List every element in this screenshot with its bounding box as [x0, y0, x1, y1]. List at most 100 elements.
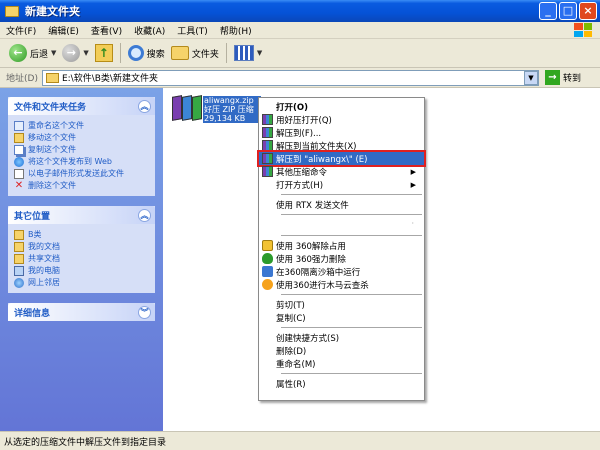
rename-icon: [14, 121, 24, 131]
delete-icon: ✕: [14, 180, 24, 191]
collapse-icon[interactable]: ︽: [138, 99, 151, 113]
task-email[interactable]: 以电子邮件形式发送此文件: [14, 168, 149, 179]
menu-360-force-delete[interactable]: 使用 360强力删除: [259, 252, 424, 265]
folders-label: 文件夹: [191, 49, 219, 60]
haozip-icon: [262, 140, 273, 151]
haozip-icon: [262, 153, 273, 164]
menu-send-rtx[interactable]: 使用 RTX 发送文件: [259, 198, 424, 211]
menu-edit[interactable]: 编辑(E): [42, 24, 85, 37]
menu-other-commands[interactable]: 其他压缩命令 ▶: [259, 165, 424, 178]
menu-empty-entry: ·: [259, 218, 424, 232]
task-label: 重命名这个文件: [28, 121, 84, 130]
menu-label: 属性(R): [276, 379, 306, 390]
menu-label: 创建快捷方式(S): [276, 333, 340, 344]
back-label: 后退: [30, 49, 49, 60]
task-delete[interactable]: ✕ 删除这个文件: [14, 180, 149, 191]
place-network[interactable]: 网上邻居: [14, 277, 149, 288]
back-arrow-icon: ←: [9, 44, 27, 62]
menu-360-unlock[interactable]: 使用 360解除占用: [259, 239, 424, 252]
task-rename[interactable]: 重命名这个文件: [14, 120, 149, 131]
menu-help[interactable]: 帮助(H): [214, 24, 258, 37]
menu-extract-to[interactable]: 解压到(F)...: [259, 126, 424, 139]
menu-view[interactable]: 查看(V): [85, 24, 128, 37]
back-button[interactable]: ← 后退 ▼: [6, 41, 59, 65]
up-folder-button[interactable]: ↑: [92, 41, 116, 65]
menu-open[interactable]: 打开(O): [259, 100, 424, 113]
search-label: 搜索: [146, 49, 165, 60]
menu-label: 打开(O): [276, 102, 308, 113]
toolbar-divider: [225, 43, 227, 63]
address-input[interactable]: E:\软件\B类\新建文件夹 ▼: [41, 69, 539, 86]
file-tasks-header[interactable]: 文件和文件夹任务 ︽: [8, 97, 155, 115]
panel-title: 文件和文件夹任务: [14, 102, 87, 113]
menu-open-with[interactable]: 打开方式(H) ▶: [259, 178, 424, 191]
status-bar: 从选定的压缩文件中解压文件到指定目录: [0, 431, 600, 450]
menu-360-trojan-scan[interactable]: 使用360进行木马云查杀: [259, 278, 424, 291]
task-label: 复制这个文件: [28, 145, 76, 154]
file-tasks-panel: 文件和文件夹任务 ︽ 重命名这个文件 移动这个文件 复制这个文件 将这个文件发布…: [8, 97, 155, 196]
folder-icon: [170, 46, 189, 60]
maximize-button[interactable]: □: [559, 2, 577, 20]
file-type: 好压 ZIP 压缩: [204, 105, 254, 114]
mail-icon: [14, 169, 24, 179]
task-publish-web[interactable]: 将这个文件发布到 Web: [14, 156, 149, 167]
place-my-documents[interactable]: 我的文档: [14, 241, 149, 252]
haozip-icon: [262, 127, 273, 138]
menu-tools[interactable]: 工具(T): [171, 24, 214, 37]
folder-icon: [45, 72, 59, 83]
menu-label: 打开方式(H): [276, 180, 324, 191]
status-text: 从选定的压缩文件中解压文件到指定目录: [4, 438, 167, 448]
menu-properties[interactable]: 属性(R): [259, 377, 424, 390]
chevron-down-icon[interactable]: ▼: [523, 70, 538, 85]
menu-360-sandbox[interactable]: 在360隔离沙箱中运行: [259, 265, 424, 278]
expand-icon[interactable]: ︾: [138, 305, 151, 319]
haozip-icon: [262, 166, 273, 177]
folders-button[interactable]: 文件夹: [168, 41, 222, 65]
menu-extract-here[interactable]: 解压到当前文件夹(X): [259, 139, 424, 152]
copy-icon: [14, 145, 24, 155]
place-my-computer[interactable]: 我的电脑: [14, 265, 149, 276]
dot-mark: ·: [411, 219, 414, 228]
folder-icon: [14, 254, 24, 264]
file-item-label[interactable]: aliwangx.zip 好压 ZIP 压缩 29,134 KB: [203, 96, 261, 123]
go-arrow-icon: →: [544, 70, 560, 85]
menu-divider: [281, 214, 422, 215]
forward-button[interactable]: → ▼: [59, 41, 91, 65]
menu-rename[interactable]: 重命名(M): [259, 357, 424, 370]
task-move[interactable]: 移动这个文件: [14, 132, 149, 143]
go-label: 转到: [562, 74, 581, 84]
move-icon: [14, 133, 24, 143]
close-button[interactable]: ×: [579, 2, 597, 20]
menu-delete[interactable]: 删除(D): [259, 344, 424, 357]
views-button[interactable]: ▼: [231, 41, 265, 65]
place-label: 共享文档: [28, 254, 60, 263]
menu-create-shortcut[interactable]: 创建快捷方式(S): [259, 331, 424, 344]
menu-extract-named[interactable]: 解压到 "aliwangx\" (E): [257, 150, 426, 167]
rar-archive-icon[interactable]: [170, 94, 202, 122]
menu-open-haozip[interactable]: 用好压打开(Q): [259, 113, 424, 126]
menu-favorites[interactable]: 收藏(A): [128, 24, 171, 37]
place-label: 我的文档: [28, 242, 60, 251]
scan-icon: [262, 279, 273, 290]
go-button[interactable]: → 转到: [544, 70, 581, 85]
other-places-header[interactable]: 其它位置 ︽: [8, 206, 155, 224]
place-label: B类: [28, 230, 42, 239]
task-copy[interactable]: 复制这个文件: [14, 144, 149, 155]
place-b-folder[interactable]: B类: [14, 229, 149, 240]
menu-file[interactable]: 文件(F): [0, 24, 42, 37]
minimize-button[interactable]: _: [539, 2, 557, 20]
details-header[interactable]: 详细信息 ︾: [8, 303, 155, 321]
panel-title: 详细信息: [14, 308, 51, 319]
menu-divider: [281, 194, 422, 195]
chevron-down-icon: ▼: [83, 49, 89, 57]
task-label: 移动这个文件: [28, 133, 76, 142]
menu-copy[interactable]: 复制(C): [259, 311, 424, 324]
collapse-icon[interactable]: ︽: [138, 208, 151, 222]
address-bar: 地址(D) E:\软件\B类\新建文件夹 ▼ → 转到: [0, 68, 600, 88]
window-title: 新建文件夹: [25, 5, 80, 18]
menu-cut[interactable]: 剪切(T): [259, 298, 424, 311]
forward-arrow-icon: →: [62, 44, 81, 62]
place-shared-documents[interactable]: 共享文档: [14, 253, 149, 264]
up-folder-icon: ↑: [94, 44, 113, 62]
search-button[interactable]: 搜索: [125, 41, 168, 65]
